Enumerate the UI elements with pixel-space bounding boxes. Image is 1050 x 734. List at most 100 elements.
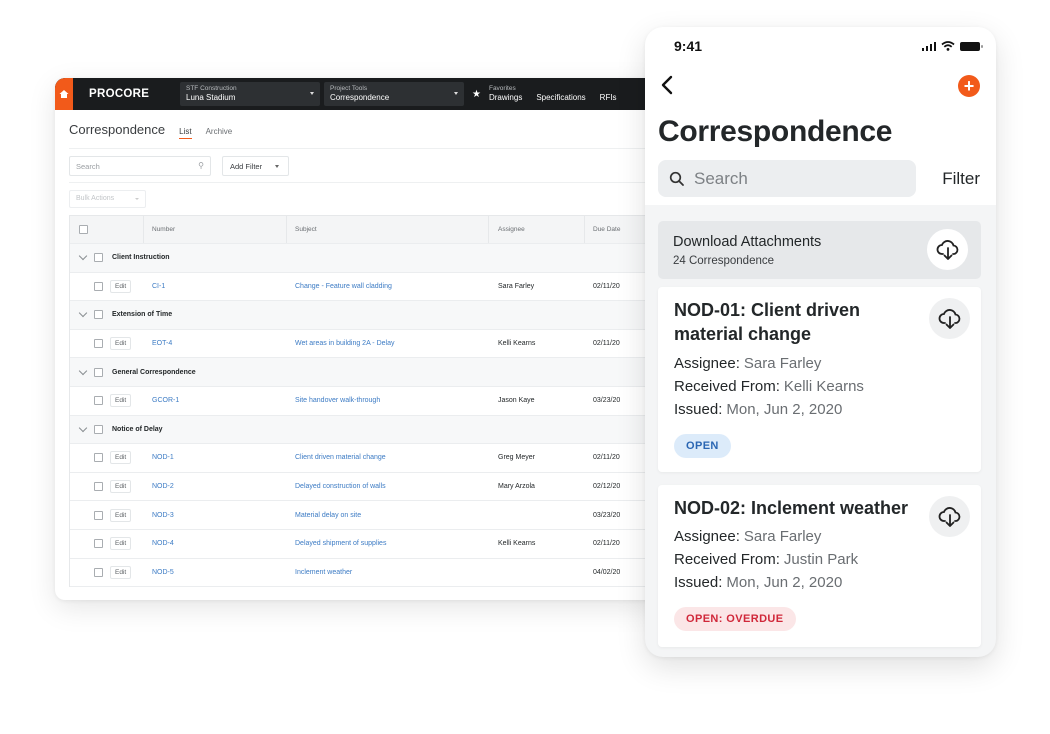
chevron-down-icon[interactable] [78, 309, 88, 318]
chevron-down-icon[interactable] [78, 252, 88, 261]
column-header-assignee[interactable]: Assignee [498, 216, 525, 243]
download-card-button[interactable] [929, 496, 970, 537]
bulk-actions-button[interactable]: Bulk Actions [69, 190, 146, 208]
edit-button[interactable]: Edit [110, 337, 132, 351]
correspondence-card[interactable]: NOD-01: Client driven material change As… [658, 287, 981, 472]
wifi-icon [941, 41, 955, 51]
group-checkbox[interactable] [94, 367, 103, 377]
number-link[interactable]: NOD-1 [152, 444, 174, 472]
favorite-link-drawings[interactable]: Drawings [489, 93, 522, 103]
favorite-link-specifications[interactable]: Specifications [536, 93, 585, 103]
group-row[interactable]: Notice of Delay [70, 415, 665, 445]
assignee-label: Assignee: [674, 355, 740, 372]
subject-link[interactable]: Inclement weather [295, 559, 352, 587]
chevron-down-icon[interactable] [78, 366, 88, 375]
status-badge: OPEN: OVERDUE [674, 607, 796, 631]
tool-label: Project Tools [330, 85, 368, 92]
number-link[interactable]: NOD-4 [152, 530, 174, 558]
number-link[interactable]: NOD-3 [152, 501, 174, 529]
download-all-button[interactable] [927, 229, 968, 270]
number-link[interactable]: EOT-4 [152, 330, 172, 358]
battery-icon [960, 41, 983, 51]
divider [69, 148, 665, 149]
group-checkbox[interactable] [94, 253, 103, 263]
cloud-download-icon [938, 506, 960, 527]
group-name: Notice of Delay [112, 425, 163, 433]
download-card-button[interactable] [929, 298, 970, 339]
row-checkbox[interactable] [94, 539, 103, 549]
issued-value: Mon, Jun 2, 2020 [726, 574, 843, 591]
edit-button[interactable]: Edit [110, 480, 132, 494]
number-link[interactable]: NOD-5 [152, 559, 174, 587]
received-from-field: Received From: Justin Park [674, 551, 858, 568]
row-checkbox[interactable] [94, 281, 103, 291]
group-name: General Correspondence [112, 368, 196, 376]
company-project-selector[interactable]: STF Construction Luna Stadium [180, 82, 320, 106]
edit-button[interactable]: Edit [110, 451, 132, 465]
edit-button[interactable]: Edit [110, 394, 132, 408]
issued-label: Issued: [674, 574, 723, 591]
home-button[interactable] [55, 78, 73, 110]
caret-down-icon [310, 92, 314, 95]
subject-link[interactable]: Wet areas in building 2A - Delay [295, 330, 394, 358]
tab-archive[interactable]: Archive [206, 127, 233, 139]
due-date-cell: 04/02/20 [593, 568, 621, 576]
assignee-cell: Kelli Kearns [498, 340, 536, 348]
project-tool-selector[interactable]: Project Tools Correspondence [324, 82, 464, 106]
row-checkbox[interactable] [94, 482, 103, 492]
edit-button[interactable]: Edit [110, 508, 132, 522]
received-from-value: Justin Park [783, 551, 859, 568]
desktop-window: PROCORE STF Construction Luna Stadium Pr… [55, 78, 665, 600]
number-link[interactable]: GCOR-1 [152, 387, 179, 415]
due-date-cell: 02/12/20 [593, 483, 621, 491]
mobile-search-placeholder: Search [694, 168, 748, 188]
column-header-number[interactable]: Number [152, 216, 175, 243]
row-checkbox[interactable] [94, 453, 103, 463]
search-placeholder: Search [76, 162, 100, 171]
top-navigation-bar: PROCORE STF Construction Luna Stadium Pr… [55, 78, 665, 110]
group-checkbox[interactable] [94, 424, 103, 434]
row-checkbox[interactable] [94, 510, 103, 520]
subject-link[interactable]: Site handover walk-through [295, 387, 380, 415]
page-title: Correspondence [69, 122, 166, 137]
add-correspondence-button[interactable]: + [958, 75, 980, 97]
column-header-subject[interactable]: Subject [295, 216, 317, 243]
search-input[interactable]: Search ⚲ [69, 156, 211, 176]
favorite-link-rfis[interactable]: RFIs [600, 93, 617, 103]
subject-link[interactable]: Client driven material change [295, 444, 386, 472]
number-link[interactable]: CI-1 [152, 273, 165, 301]
company-label: STF Construction [186, 85, 237, 92]
status-time: 9:41 [674, 38, 703, 54]
mobile-search-input[interactable]: Search [658, 160, 916, 197]
correspondence-card[interactable]: NOD-02: Inclement weather Assignee: Sara … [658, 485, 981, 647]
number-link[interactable]: NOD-2 [152, 473, 174, 501]
row-checkbox[interactable] [94, 339, 103, 349]
subject-link[interactable]: Change - Feature wall cladding [295, 273, 392, 301]
table-row: Edit NOD-3 Material delay on site 03/23/… [70, 501, 665, 530]
row-checkbox[interactable] [94, 396, 103, 406]
edit-button[interactable]: Edit [110, 565, 132, 579]
filter-button[interactable]: Filter [942, 169, 980, 189]
group-checkbox[interactable] [94, 310, 103, 320]
subject-link[interactable]: Delayed shipment of supplies [295, 530, 386, 558]
select-all-checkbox[interactable] [79, 225, 88, 234]
edit-button[interactable]: Edit [110, 537, 132, 551]
group-row[interactable]: Extension of Time [70, 301, 665, 330]
issued-label: Issued: [674, 401, 723, 418]
add-filter-button[interactable]: Add Filter [222, 156, 289, 176]
assignee-cell: Mary Arzola [498, 483, 535, 491]
tab-list[interactable]: List [179, 127, 193, 139]
group-row[interactable]: General Correspondence [70, 358, 665, 387]
subject-link[interactable]: Delayed construction of walls [295, 473, 386, 501]
due-date-cell: 02/11/20 [593, 540, 620, 548]
group-row[interactable]: Client Instruction [70, 244, 665, 273]
download-attachments-card[interactable]: Download Attachments 24 Correspondence [658, 221, 981, 279]
column-header-due-date[interactable]: Due Date [593, 216, 620, 243]
received-from-label: Received From: [674, 378, 780, 395]
edit-button[interactable]: Edit [110, 279, 132, 293]
status-badge: OPEN [674, 434, 731, 458]
back-chevron-icon[interactable] [660, 75, 674, 95]
chevron-down-icon[interactable] [78, 423, 88, 433]
row-checkbox[interactable] [94, 567, 103, 577]
subject-link[interactable]: Material delay on site [295, 501, 361, 529]
